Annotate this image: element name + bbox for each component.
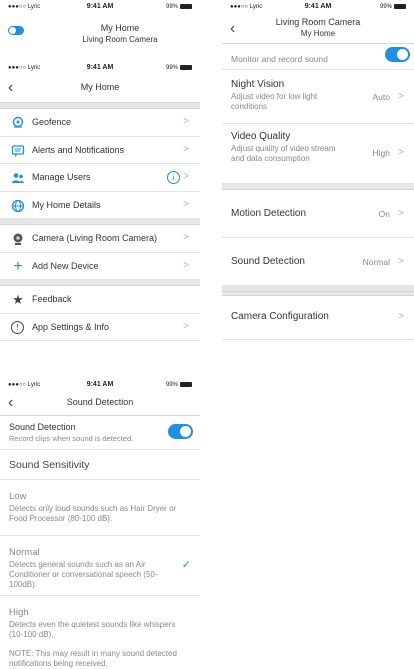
chevron-right-icon: > bbox=[398, 256, 404, 267]
night-vision-desc: Adjust video for low light conditions bbox=[231, 92, 318, 111]
option-title: Normal bbox=[9, 547, 40, 558]
sound-detection-panel: ●●●○○ Lyric 9:41 AM 99% ‹ Sound Detectio… bbox=[0, 378, 200, 669]
info-circle-icon: ! bbox=[11, 320, 24, 334]
status-bar: ●●●○○ Lyric 9:41 AM 99% bbox=[0, 0, 200, 14]
menu-item-camera[interactable]: Camera (Living Room Camera) > bbox=[0, 225, 200, 253]
sound-toggle-row: Sound Detection Record clips when sound … bbox=[0, 416, 200, 450]
sound-detection-row[interactable]: Sound Detection Normal > bbox=[222, 238, 414, 286]
home-header-subtitle: Living Room Camera bbox=[82, 35, 158, 44]
option-desc: Detects only loud sounds such as Hair Dr… bbox=[9, 504, 177, 523]
menu-item-home-details[interactable]: My Home Details > bbox=[0, 192, 200, 219]
chevron-right-icon: > bbox=[398, 147, 404, 158]
option-title: High bbox=[9, 607, 29, 618]
menu-item-manage-users[interactable]: Manage Users i > bbox=[0, 164, 200, 192]
menu-navbar: ‹ My Home bbox=[0, 75, 200, 103]
motion-detection-title: Motion Detection bbox=[231, 208, 307, 219]
video-quality-title: Video Quality bbox=[231, 131, 291, 142]
battery-icon bbox=[180, 4, 192, 9]
info-icon[interactable]: i bbox=[167, 171, 180, 184]
status-bar: ●●●○○ Lyric 9:41 AM 99% bbox=[0, 61, 200, 75]
option-desc: Detects general sounds such as an Air Co… bbox=[9, 560, 158, 589]
battery-icon bbox=[394, 4, 406, 9]
battery-indicator: 99% bbox=[166, 4, 192, 10]
menu-item-label: My Home Details bbox=[32, 199, 101, 210]
menu-item-label: Alerts and Notifications bbox=[32, 144, 125, 155]
night-vision-value: Auto bbox=[372, 92, 391, 102]
camera-settings-panel: ●●●○○ Lyric 9:41 AM 99% ‹ Living Room Ca… bbox=[222, 0, 414, 352]
chevron-right-icon: > bbox=[183, 232, 189, 243]
users-icon bbox=[12, 173, 24, 183]
home-header-panel: ●●●○○ Lyric 9:41 AM 99% My Home Living R… bbox=[0, 0, 200, 52]
chevron-right-icon: > bbox=[183, 143, 189, 155]
option-note: NOTE: This may result in many sound dete… bbox=[9, 649, 177, 668]
page-title: Sound Detection bbox=[66, 397, 134, 407]
sensitivity-option-low[interactable]: Low Detects only loud sounds such as Hai… bbox=[0, 480, 200, 536]
monitor-desc: Monitor and record sound bbox=[231, 54, 328, 64]
option-desc: Detects even the quietest sounds like wh… bbox=[9, 620, 176, 639]
menu-item-label: App Settings & Info bbox=[32, 321, 110, 332]
menu-item-feedback[interactable]: ★ Feedback bbox=[0, 286, 200, 314]
status-bar: ●●●○○ Lyric 9:41 AM 99% bbox=[222, 0, 414, 14]
sensitivity-option-high[interactable]: High Detects even the quietest sounds li… bbox=[0, 596, 200, 669]
page-title: My Home bbox=[80, 82, 120, 92]
video-quality-value: High bbox=[372, 148, 390, 158]
sound-detection-title: Sound Detection bbox=[231, 256, 305, 267]
sensitivity-header: Sound Sensitivity bbox=[0, 450, 200, 480]
chevron-right-icon: > bbox=[398, 91, 404, 102]
toggle-switch-icon[interactable] bbox=[8, 26, 24, 35]
my-home-menu-panel: ●●●○○ Lyric 9:41 AM 99% ‹ My Home Geofen… bbox=[0, 61, 200, 343]
sound-toggle-title: Sound Detection bbox=[9, 422, 76, 432]
camera-config-row[interactable]: Camera Configuration > bbox=[222, 296, 414, 340]
menu-item-geofence[interactable]: Geofence > bbox=[0, 109, 200, 137]
plus-icon: + bbox=[13, 257, 23, 275]
star-icon: ★ bbox=[12, 292, 24, 307]
location-pin-icon bbox=[12, 116, 24, 128]
chevron-right-icon: > bbox=[183, 259, 189, 271]
chevron-right-icon: > bbox=[183, 116, 189, 127]
menu-item-label: Feedback bbox=[32, 294, 72, 304]
status-bar: ●●●○○ Lyric 9:41 AM 99% bbox=[0, 378, 200, 392]
sound-toggle-desc: Record clips when sound is detected. bbox=[9, 434, 134, 443]
page-title: Living Room Camera My Home bbox=[222, 17, 414, 39]
menu-item-label: Manage Users bbox=[32, 172, 91, 182]
menu-item-alerts[interactable]: Alerts and Notifications > bbox=[0, 137, 200, 164]
motion-detection-row[interactable]: Motion Detection On > bbox=[222, 190, 414, 238]
night-vision-title: Night Vision bbox=[231, 79, 285, 90]
menu-item-label: Geofence bbox=[32, 117, 72, 127]
camera-icon bbox=[13, 233, 23, 245]
chevron-right-icon: > bbox=[183, 171, 189, 182]
video-quality-desc: Adjust quality of video stream and data … bbox=[231, 144, 336, 163]
sound-detection-value: Normal bbox=[362, 257, 390, 267]
battery-icon bbox=[180, 382, 192, 387]
motion-detection-value: On bbox=[378, 209, 390, 219]
chevron-right-icon: > bbox=[398, 311, 404, 322]
menu-item-label: Camera (Living Room Camera) bbox=[32, 233, 158, 243]
battery-icon bbox=[180, 65, 192, 70]
camera-config-title: Camera Configuration bbox=[231, 311, 329, 322]
monitor-row: Monitor and record sound bbox=[222, 44, 414, 70]
video-quality-row[interactable]: Video Quality Adjust quality of video st… bbox=[222, 124, 414, 184]
message-icon bbox=[11, 144, 25, 157]
page-subtitle: My Home bbox=[300, 29, 336, 38]
sound-navbar: ‹ Sound Detection bbox=[0, 392, 200, 416]
monitor-toggle[interactable] bbox=[385, 47, 410, 62]
chevron-right-icon: > bbox=[183, 198, 189, 210]
option-title: Low bbox=[9, 491, 27, 502]
globe-icon bbox=[11, 199, 25, 212]
sound-detection-toggle[interactable] bbox=[168, 424, 193, 439]
menu-item-label: Add New Device bbox=[32, 260, 99, 271]
chevron-right-icon: > bbox=[398, 208, 404, 219]
chevron-right-icon: > bbox=[183, 320, 189, 332]
night-vision-row[interactable]: Night Vision Adjust video for low light … bbox=[222, 70, 414, 124]
menu-item-app-settings[interactable]: ! App Settings & Info > bbox=[0, 314, 200, 341]
checkmark-icon: ✓ bbox=[181, 559, 191, 571]
menu-item-add-device[interactable]: + Add New Device > bbox=[0, 253, 200, 280]
home-header-title: My Home Living Room Camera bbox=[40, 23, 200, 45]
sensitivity-option-normal[interactable]: Normal Detects general sounds such as an… bbox=[0, 536, 200, 596]
camera-navbar: ‹ Living Room Camera My Home bbox=[222, 14, 414, 44]
